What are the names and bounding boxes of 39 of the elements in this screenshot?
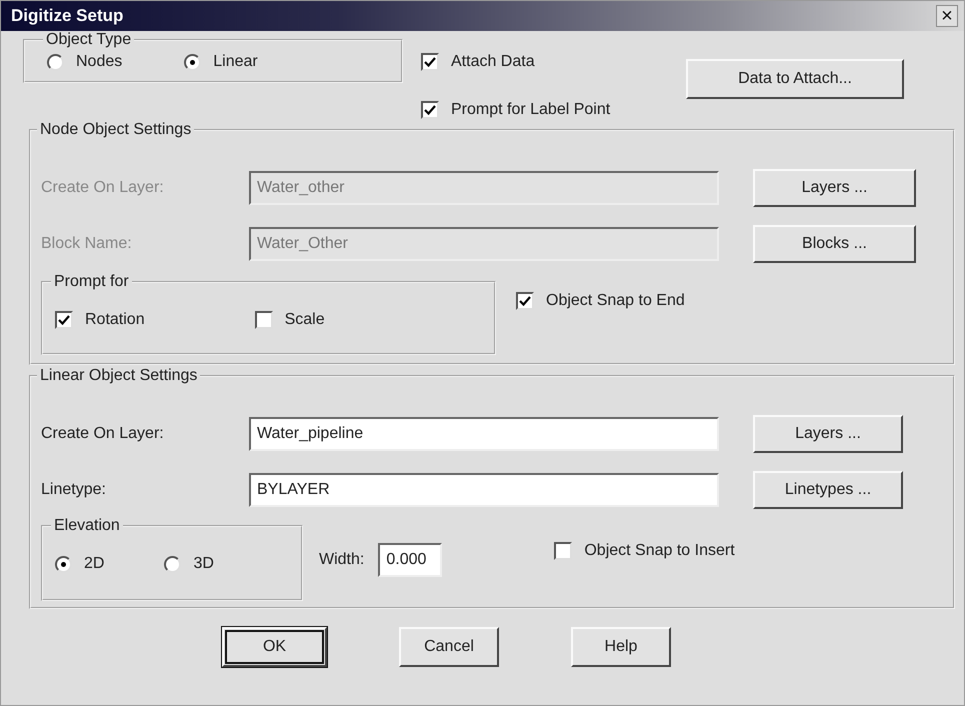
browse-button[interactable]: Layers ... <box>753 415 903 453</box>
input-field[interactable]: 0.000 <box>378 543 442 577</box>
group-title: Linear Object Settings <box>39 367 198 385</box>
checkbox[interactable]: Prompt for Label Point <box>421 101 686 119</box>
group-title: Prompt for <box>53 273 130 291</box>
data-to-attach-button[interactable]: Data to Attach... <box>686 59 904 99</box>
browse-button[interactable]: Linetypes ... <box>753 471 903 509</box>
checkbox-square[interactable] <box>421 53 439 71</box>
group-title: Elevation <box>53 517 121 535</box>
checkbox[interactable]: Object Snap to Insert <box>554 542 735 560</box>
check-icon <box>58 314 70 326</box>
dialog-button[interactable]: Help <box>571 627 671 667</box>
check-icon <box>424 56 436 68</box>
radio-indicator[interactable] <box>184 54 202 70</box>
check-icon <box>519 295 531 307</box>
radio-button[interactable]: 2D <box>55 555 104 573</box>
dialog-button[interactable]: Cancel <box>399 627 499 667</box>
checkbox-square[interactable] <box>554 542 572 560</box>
checkbox[interactable]: Attach Data <box>421 53 686 71</box>
field-label: Block Name: <box>41 235 133 253</box>
radio-indicator[interactable] <box>47 54 64 70</box>
radio-button[interactable]: Nodes <box>47 53 122 71</box>
checkbox-square[interactable] <box>421 101 439 119</box>
input-field[interactable]: BYLAYER <box>249 473 719 507</box>
window-title: Digitize Setup <box>11 6 124 26</box>
dialog-button[interactable]: OK <box>222 627 327 667</box>
radio-button[interactable]: Linear <box>184 53 258 71</box>
field-label: Create On Layer: <box>41 179 165 197</box>
group-title: Object Type <box>45 31 132 49</box>
radio-button[interactable]: 3D <box>164 555 214 573</box>
group-title: Node Object Settings <box>39 121 192 139</box>
radio-indicator[interactable] <box>164 556 182 572</box>
field-label: Width: <box>319 551 364 569</box>
field-label: Create On Layer: <box>41 425 165 443</box>
radio-indicator[interactable] <box>55 556 72 572</box>
close-button[interactable]: × <box>936 5 958 27</box>
check-icon <box>424 104 436 116</box>
field-label: Linetype: <box>41 481 107 499</box>
input-field[interactable]: Water_pipeline <box>249 417 719 451</box>
